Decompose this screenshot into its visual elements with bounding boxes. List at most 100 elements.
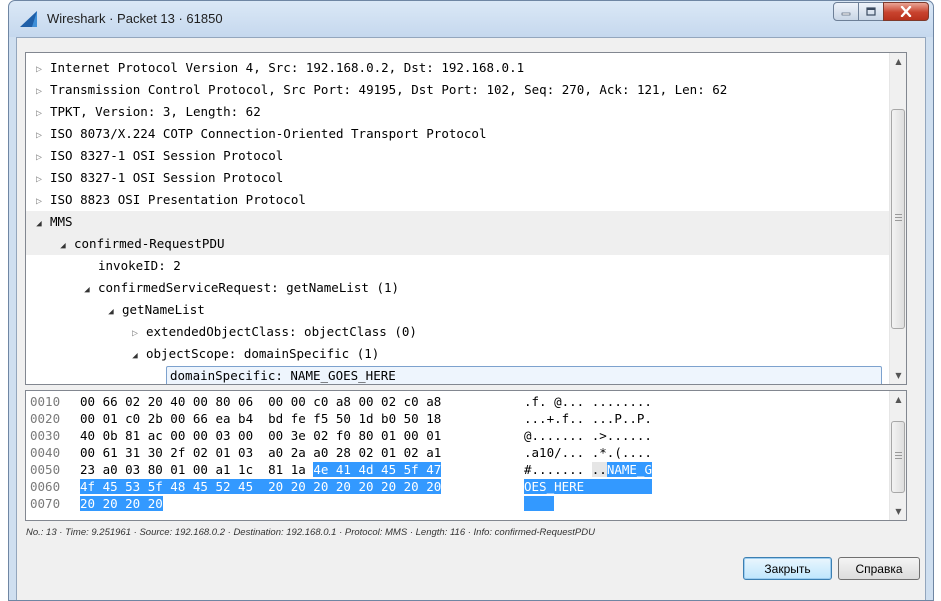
hex-scroll-thumb[interactable]	[891, 421, 905, 493]
hex-offset: 0050	[30, 462, 61, 477]
tree-row-label: getNameList	[122, 302, 205, 317]
dialog-client-area: ▷ Internet Protocol Version 4, Src: 192.1…	[16, 37, 926, 600]
hex-ascii-group: OES_HERE	[524, 479, 585, 494]
tree-row[interactable]: ▷ ISO 8823 OSI Presentation Protocol	[26, 189, 889, 211]
scroll-up-arrow-icon[interactable]: ▲	[890, 53, 906, 70]
grip-line	[895, 452, 902, 453]
tree-row-label: confirmedServiceRequest: getNameList (1)	[98, 280, 400, 295]
tree-row-label: invokeID: 2	[98, 258, 181, 273]
hex-ascii-group: .f. @...	[524, 394, 585, 409]
collapsed-triangle-icon[interactable]: ▷	[32, 125, 46, 147]
hex-scrollbar[interactable]: ▲ ▼	[889, 391, 906, 520]
hex-row[interactable]: 0040 00 61 31 30 2f 02 01 03 a0 2a a0 28 …	[26, 445, 886, 461]
hex-ascii: ...+.f.. ...P..P.	[524, 411, 652, 427]
tree-row[interactable]: invokeID: 2	[26, 255, 889, 277]
hex-dump-pane[interactable]: 0010 00 66 02 20 40 00 80 06 00 00 c0 a8 …	[25, 390, 907, 521]
collapsed-triangle-icon[interactable]: ▷	[32, 147, 46, 169]
tree-row[interactable]: ▷ TPKT, Version: 3, Length: 62	[26, 101, 889, 123]
scroll-down-arrow-icon[interactable]: ▼	[890, 503, 906, 520]
expanded-triangle-icon[interactable]: ◢	[80, 279, 94, 301]
hex-ascii-group: ...P..P.	[591, 411, 652, 426]
tree-row[interactable]: ◢ confirmed-RequestPDU	[26, 233, 889, 255]
packet-details-tree[interactable]: ▷ Internet Protocol Version 4, Src: 192.1…	[25, 52, 907, 385]
hex-offset: 0010	[30, 394, 61, 409]
hex-row[interactable]: 0030 40 0b 81 ac 00 00 03 00 00 3e 02 f0 …	[26, 428, 886, 444]
hex-ascii: @....... .>......	[524, 428, 652, 444]
hex-byte-group: 00 3e 02 f0 80 01 00 01	[268, 428, 442, 443]
hex-offset: 0040	[30, 445, 61, 460]
collapsed-triangle-icon[interactable]: ▷	[32, 191, 46, 213]
collapsed-triangle-icon[interactable]: ▷	[32, 81, 46, 103]
tree-scroll-thumb[interactable]	[891, 109, 905, 329]
hex-bytes: 23 a0 03 80 01 00 a1 1c 81 1a 4e 41 4d 4…	[80, 462, 442, 478]
hex-byte-group: 40 0b 81 ac 00 00 03 00	[80, 428, 254, 443]
tree-row-label: confirmed-RequestPDU	[74, 236, 225, 251]
grip-line	[895, 217, 902, 218]
hex-row[interactable]: 0050 23 a0 03 80 01 00 a1 1c 81 1a 4e 41 …	[26, 462, 886, 478]
expanded-triangle-icon[interactable]: ◢	[56, 235, 70, 257]
close-button[interactable]: Закрыть	[743, 557, 832, 580]
tree-row-label: ISO 8073/X.224 COTP Connection-Oriented …	[50, 126, 487, 141]
hex-offset: 0060	[30, 479, 61, 494]
collapsed-triangle-icon[interactable]: ▷	[32, 169, 46, 191]
hex-row[interactable]: 0020 00 01 c0 2b 00 66 ea b4 bd fe f5 50 …	[26, 411, 886, 427]
tree-row[interactable]: ▷ ISO 8073/X.224 COTP Connection-Oriented…	[26, 123, 889, 145]
tree-row[interactable]: ◢ getNameList	[26, 299, 889, 321]
tree-row[interactable]: ◢ confirmedServiceRequest: getNameList (1…	[26, 277, 889, 299]
hex-ascii-group: .>......	[591, 428, 652, 443]
tree-row-label: ISO 8327-1 OSI Session Protocol	[50, 148, 284, 163]
expanded-triangle-icon[interactable]: ◢	[128, 345, 142, 367]
tree-row-label: objectScope: domainSpecific (1)	[146, 346, 380, 361]
hex-ascii-group: #.......	[524, 462, 585, 477]
hex-ascii: OES_HERE	[524, 479, 652, 495]
hex-row[interactable]: 0070 20 20 20 20	[26, 496, 886, 512]
title-bar[interactable]: Wireshark · Packet 13 · 61850	[9, 1, 933, 37]
collapsed-triangle-icon[interactable]: ▷	[32, 59, 46, 81]
minimize-icon	[841, 12, 851, 15]
expanded-triangle-icon[interactable]: ◢	[32, 213, 46, 235]
help-button[interactable]: Справка	[838, 557, 920, 580]
hex-row[interactable]: 0010 00 66 02 20 40 00 80 06 00 00 c0 a8 …	[26, 394, 886, 410]
scroll-down-arrow-icon[interactable]: ▼	[890, 367, 906, 384]
hex-bytes: 00 01 c0 2b 00 66 ea b4 bd fe f5 50 1d b…	[80, 411, 441, 427]
tree-row-label: ISO 8327-1 OSI Session Protocol	[50, 170, 284, 185]
hex-byte-group: a0 2a a0 28 02 01 02 a1	[268, 445, 442, 460]
tree-row[interactable]: ◢ objectScope: domainSpecific (1)	[26, 343, 889, 365]
tree-row[interactable]: ▷ Transmission Control Protocol, Src Port…	[26, 79, 889, 101]
hex-ascii-group	[524, 496, 555, 511]
tree-row-label: MMS	[50, 214, 73, 229]
hex-bytes: 4f 45 53 5f 48 45 52 45 20 20 20 20 20 2…	[80, 479, 442, 495]
window-title: Wireshark · Packet 13 · 61850	[47, 11, 223, 26]
collapsed-triangle-icon[interactable]: ▷	[32, 103, 46, 125]
close-window-button[interactable]	[883, 2, 929, 21]
tree-row[interactable]: ▷ ISO 8327-1 OSI Session Protocol	[26, 145, 889, 167]
hex-ascii-group: .*.(....	[591, 445, 652, 460]
hex-row[interactable]: 0060 4f 45 53 5f 48 45 52 45 20 20 20 20 …	[26, 479, 886, 495]
tree-row-label: ISO 8823 OSI Presentation Protocol	[50, 192, 306, 207]
hex-byte-group: 20 20 20 20 20 20 20 20	[268, 479, 442, 494]
hex-byte-group: 4e 41 4d 45 5f 47	[313, 462, 442, 477]
tree-row[interactable]: ▷ extendedObjectClass: objectClass (0)	[26, 321, 889, 343]
minimize-button[interactable]	[833, 2, 859, 21]
close-icon	[900, 6, 912, 17]
hex-offset: 0070	[30, 496, 61, 511]
hex-bytes: 20 20 20 20	[80, 496, 163, 512]
scroll-up-arrow-icon[interactable]: ▲	[890, 391, 906, 408]
tree-row-label: extendedObjectClass: objectClass (0)	[146, 324, 417, 339]
hex-ascii	[524, 496, 555, 512]
tree-row-label: TPKT, Version: 3, Length: 62	[50, 104, 261, 119]
tree-scrollbar[interactable]: ▲ ▼	[889, 53, 906, 384]
wireshark-fin-icon	[20, 11, 37, 27]
tree-row[interactable]: ▷ Internet Protocol Version 4, Src: 192.1…	[26, 57, 889, 79]
expanded-triangle-icon[interactable]: ◢	[104, 301, 118, 323]
tree-row[interactable]: ◢ MMS	[26, 211, 889, 233]
tree-row[interactable]: ▷ ISO 8327-1 OSI Session Protocol	[26, 167, 889, 189]
tree-row-label: domainSpecific: NAME_GOES_HERE	[170, 368, 396, 383]
grip-line	[895, 214, 902, 215]
tree-row[interactable]: domainSpecific: NAME_GOES_HERE	[26, 365, 889, 384]
hex-ascii: .a10/... .*.(....	[524, 445, 652, 461]
collapsed-triangle-icon[interactable]: ▷	[128, 323, 142, 345]
maximize-button[interactable]	[858, 2, 884, 21]
hex-ascii-group: .a10/...	[524, 445, 585, 460]
maximize-icon	[866, 7, 876, 16]
